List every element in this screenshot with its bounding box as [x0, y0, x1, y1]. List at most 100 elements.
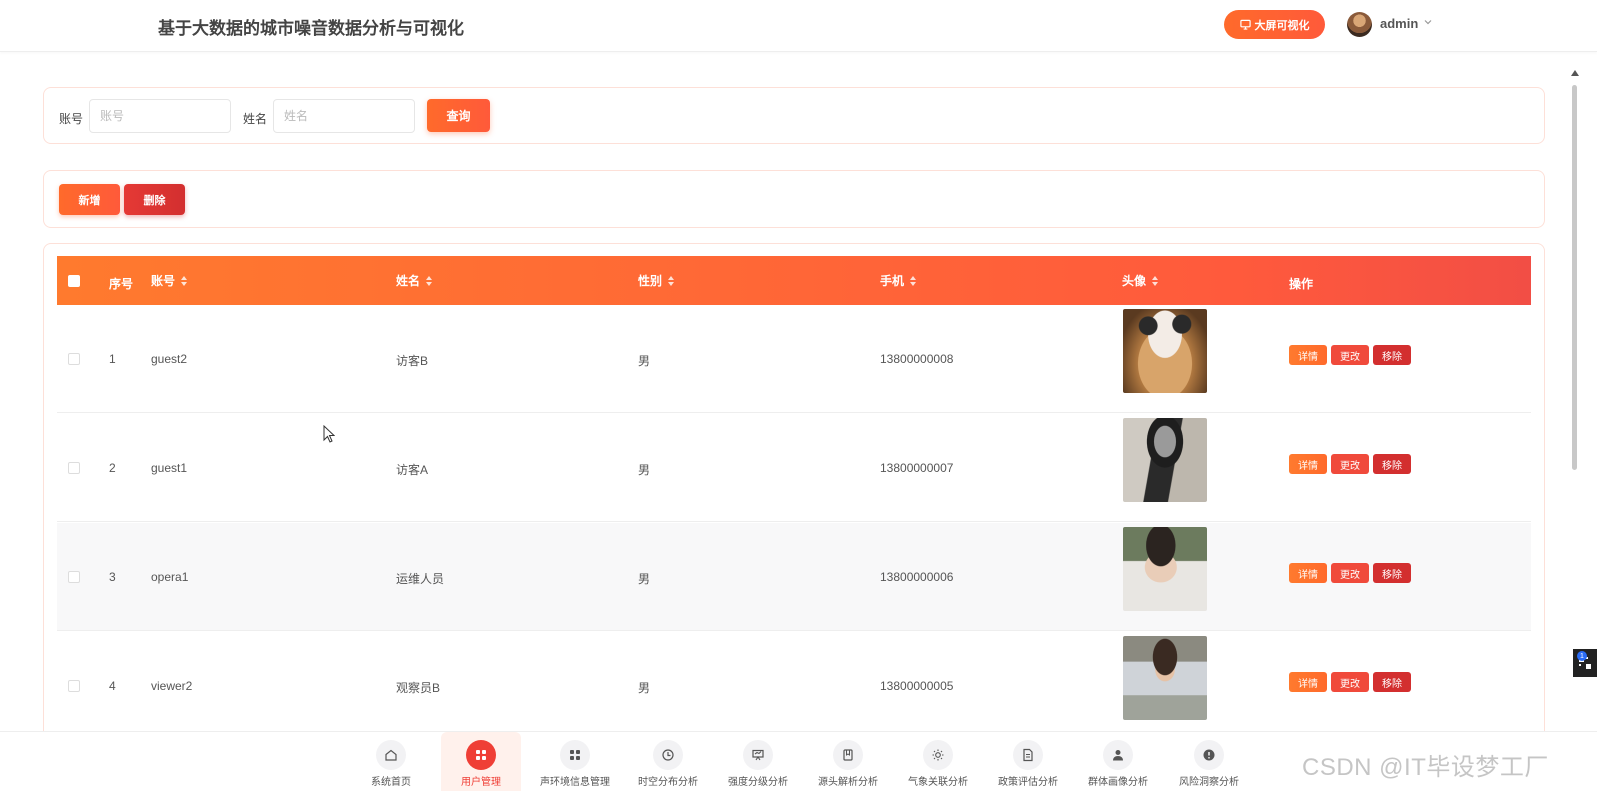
- remove-button[interactable]: 移除: [1373, 672, 1411, 692]
- detail-button[interactable]: 详情: [1289, 672, 1327, 692]
- nav-label: 群体画像分析: [1088, 777, 1148, 788]
- remove-button[interactable]: 移除: [1373, 345, 1411, 365]
- row-index: 3: [109, 570, 116, 584]
- nav-item-policy[interactable]: 政策评估分析: [983, 732, 1073, 791]
- row-checkbox[interactable]: [68, 680, 80, 692]
- user-avatar-image: [1123, 527, 1207, 611]
- account-input[interactable]: [89, 99, 231, 133]
- row-checkbox[interactable]: [68, 571, 80, 583]
- nav-item-sound-env[interactable]: 声环境信息管理: [530, 732, 620, 791]
- nav-item-risk[interactable]: 风险洞察分析: [1164, 732, 1254, 791]
- nav-item-source[interactable]: 源头解析分析: [803, 732, 893, 791]
- user-avatar[interactable]: [1347, 12, 1372, 37]
- delete-button[interactable]: 删除: [124, 184, 185, 215]
- chevron-down-icon[interactable]: [1423, 17, 1433, 27]
- clock-icon: [662, 749, 674, 761]
- bigscreen-label: 大屏可视化: [1254, 19, 1310, 32]
- edit-button[interactable]: 更改: [1331, 454, 1369, 474]
- col-ops: 操作: [1289, 277, 1314, 291]
- row-account: guest2: [151, 352, 188, 366]
- row-gender: 男: [638, 572, 651, 586]
- nav-item-intensity[interactable]: 强度分级分析: [713, 732, 803, 791]
- bigscreen-button[interactable]: 大屏可视化: [1224, 10, 1325, 39]
- table-row: 2 guest1 访客A 男 13800000007 详情 更改 移除: [57, 414, 1531, 522]
- edit-button[interactable]: 更改: [1331, 345, 1369, 365]
- user-avatar-image: [1123, 309, 1207, 393]
- sort-icon[interactable]: [668, 275, 675, 286]
- row-phone: 13800000005: [880, 679, 954, 693]
- scroll-up-arrow[interactable]: [1571, 70, 1579, 76]
- col-name[interactable]: 姓名: [396, 272, 433, 289]
- nav-item-home[interactable]: 系统首页: [346, 732, 436, 791]
- book-icon: [843, 749, 853, 761]
- sort-icon[interactable]: [181, 275, 188, 286]
- scrollbar-thumb[interactable]: [1572, 85, 1577, 470]
- row-gender: 男: [638, 681, 651, 695]
- table-row: 4 viewer2 观察员B 男 13800000005 详情 更改 移除: [57, 632, 1531, 740]
- user-avatar-image: [1123, 418, 1207, 502]
- person-icon: [1113, 750, 1123, 761]
- nav-label: 用户管理: [461, 777, 501, 788]
- search-panel: [43, 87, 1545, 144]
- nav-item-weather[interactable]: 气象关联分析: [893, 732, 983, 791]
- col-gender[interactable]: 性别: [638, 272, 675, 289]
- row-account: guest1: [151, 461, 188, 475]
- nav-item-spatiotemporal[interactable]: 时空分布分析: [623, 732, 713, 791]
- nav-label: 系统首页: [371, 777, 411, 788]
- nav-label: 政策评估分析: [998, 777, 1058, 788]
- grid-icon: [570, 750, 580, 760]
- row-account: viewer2: [151, 679, 193, 693]
- detail-button[interactable]: 详情: [1289, 345, 1327, 365]
- row-checkbox[interactable]: [68, 462, 80, 474]
- select-all-checkbox[interactable]: [68, 275, 80, 287]
- presentation-icon: [752, 749, 764, 761]
- add-button[interactable]: 新增: [59, 184, 120, 215]
- edit-button[interactable]: 更改: [1331, 563, 1369, 583]
- col-account[interactable]: 账号: [151, 272, 188, 289]
- row-checkbox[interactable]: [68, 353, 80, 365]
- nav-label: 时空分布分析: [638, 777, 698, 788]
- nav-label: 声环境信息管理: [540, 777, 610, 788]
- sort-icon[interactable]: [426, 275, 433, 286]
- nav-item-persona[interactable]: 群体画像分析: [1073, 732, 1163, 791]
- col-index: 序号: [109, 277, 134, 291]
- name-label: 姓名: [243, 112, 268, 126]
- col-phone[interactable]: 手机: [880, 272, 917, 289]
- table-row: 3 opera1 运维人员 男 13800000006 详情 更改 移除: [57, 523, 1531, 631]
- mouse-cursor-icon: [323, 425, 335, 443]
- detail-button[interactable]: 详情: [1289, 563, 1327, 583]
- detail-button[interactable]: 详情: [1289, 454, 1327, 474]
- col-avatar[interactable]: 头像: [1122, 272, 1159, 289]
- alert-icon: [1203, 749, 1215, 761]
- sort-icon[interactable]: [910, 275, 917, 286]
- nav-label: 强度分级分析: [728, 777, 788, 788]
- user-name[interactable]: admin: [1380, 16, 1418, 31]
- row-gender: 男: [638, 463, 651, 477]
- table-row: 1 guest2 访客B 男 13800000008 详情 更改 移除: [57, 305, 1531, 413]
- row-phone: 13800000006: [880, 570, 954, 584]
- row-name: 观察员B: [396, 681, 441, 695]
- edit-button[interactable]: 更改: [1331, 672, 1369, 692]
- document-icon: [1023, 748, 1033, 762]
- remove-button[interactable]: 移除: [1373, 563, 1411, 583]
- row-index: 1: [109, 352, 116, 366]
- query-button[interactable]: 查询: [427, 99, 490, 132]
- notification-badge: 1: [1577, 651, 1587, 661]
- user-avatar-image: [1123, 636, 1207, 720]
- table-header: 序号 账号 姓名 性别 手机 头像 操作: [57, 256, 1531, 305]
- sort-icon[interactable]: [1152, 275, 1159, 286]
- home-icon: [385, 749, 397, 761]
- remove-button[interactable]: 移除: [1373, 454, 1411, 474]
- grid-icon: [476, 750, 486, 760]
- row-index: 4: [109, 679, 116, 693]
- nav-label: 源头解析分析: [818, 777, 878, 788]
- row-phone: 13800000007: [880, 461, 954, 475]
- row-account: opera1: [151, 570, 189, 584]
- nav-item-users[interactable]: 用户管理: [441, 732, 521, 791]
- nav-label: 风险洞察分析: [1179, 777, 1239, 788]
- sun-icon: [932, 749, 944, 761]
- row-name: 访客B: [396, 354, 429, 368]
- name-input[interactable]: [273, 99, 415, 133]
- account-label: 账号: [59, 112, 84, 126]
- nav-label: 气象关联分析: [908, 777, 968, 788]
